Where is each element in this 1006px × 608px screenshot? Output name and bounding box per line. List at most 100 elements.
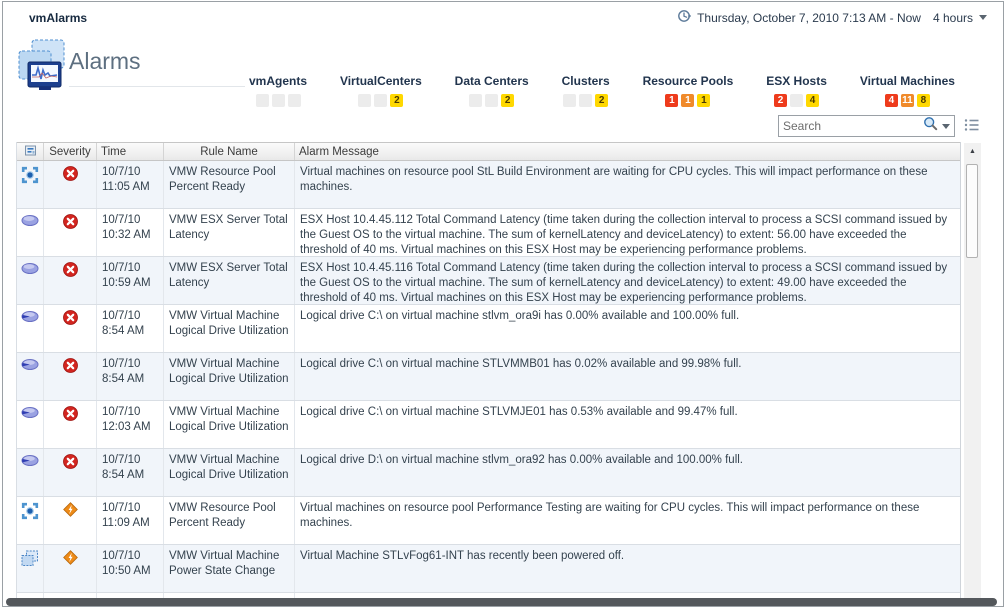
alarm-message-column-header[interactable]: Alarm Message [295,143,960,160]
alarm-table-row[interactable]: 10/7/1010:32 AM VMW ESX Server Total Lat… [17,209,960,257]
alarm-message: Virtual machines on resource pool Perfor… [300,502,919,529]
rule-name-column-header[interactable]: Rule Name [164,143,295,160]
vertical-scrollbar-thumb[interactable] [966,164,978,258]
category-label: Virtual Machines [860,74,955,88]
category-badges [256,94,301,107]
alarm-date: 10/7/10 [102,454,140,466]
alarm-count-badge [272,94,285,107]
category-summary: vmAgents VirtualCenters 2 Data Centers 2… [249,74,955,107]
logical-drive-icon [21,310,39,348]
severity-fatal-icon [63,262,78,300]
logical-drive-icon [21,358,39,396]
category-item: Clusters 2 [562,74,610,107]
time-range-duration: 4 hours [933,11,973,25]
virtual-machine-icon [21,550,39,588]
severity-critical-icon [63,502,78,540]
alarm-rule: VMW Virtual Machine Logical Drive Utiliz… [169,310,289,337]
category-label: ESX Hosts [766,74,827,88]
alarm-count-badge[interactable]: 2 [595,94,608,107]
esx-host-icon [21,262,39,300]
alarm-table-row[interactable]: 10/7/108:54 AM VMW Virtual Machine Logic… [17,353,960,401]
search-icon[interactable] [923,116,938,136]
type-column-header[interactable] [17,143,44,160]
severity-fatal-icon [63,214,78,252]
alarm-table-row[interactable]: 10/7/1011:09 AM VMW Resource Pool Percen… [17,497,960,545]
alarm-rule: VMW Virtual Machine Power State Change [169,550,279,577]
alarm-message: Logical drive C:\ on virtual machine STL… [300,406,738,418]
alarm-count-badge [469,94,482,107]
alarm-count-badge [358,94,371,107]
alarm-date: 10/7/10 [102,358,140,370]
alarm-count-badge[interactable]: 2 [501,94,514,107]
category-badges: 111 [665,94,710,107]
category-badges: 2 [469,94,514,107]
severity-critical-icon [63,550,78,588]
logical-drive-icon [21,454,39,492]
search-box [778,115,955,137]
alarm-count-badge[interactable]: 1 [697,94,710,107]
resource-pool-icon [21,166,39,204]
alarm-time: 10:59 AM [102,277,151,289]
page-title: Alarms [69,48,141,75]
category-badges: 24 [774,94,819,107]
search-options-caret-icon[interactable] [942,124,950,129]
category-item: VirtualCenters 2 [340,74,422,107]
category-item: vmAgents [249,74,307,107]
alarm-time: 11:05 AM [102,181,150,193]
category-item: Resource Pools 111 [643,74,734,107]
alarms-monitor-icon [15,38,67,97]
alarm-count-badge[interactable]: 8 [917,94,930,107]
alarm-count-badge[interactable]: 4 [885,94,898,107]
time-range-selector[interactable]: Thursday, October 7, 2010 7:13 AM - Now … [677,9,987,26]
alarm-message: Logical drive D:\ on virtual machine stl… [300,454,743,466]
alarm-count-badge [790,94,803,107]
alarm-rule: VMW Resource Pool Percent Ready [169,166,276,193]
chevron-down-icon[interactable] [979,15,987,20]
severity-column-header[interactable]: Severity [44,143,97,160]
alarm-date: 10/7/10 [102,502,140,514]
alarm-message: ESX Host 10.4.45.112 Total Command Laten… [300,214,947,256]
alarm-count-badge [256,94,269,107]
alarm-count-badge[interactable]: 1 [681,94,694,107]
time-range-icon [677,9,691,26]
scroll-up-arrow-icon[interactable]: ▲ [964,145,981,159]
alarm-message: Virtual machines on resource pool StL Bu… [300,166,927,193]
alarm-count-badge[interactable]: 4 [806,94,819,107]
category-item: ESX Hosts 24 [766,74,827,107]
alarm-time: 10:50 AM [102,565,151,577]
title-divider [69,86,245,87]
app-title: vmAlarms [29,11,87,25]
severity-fatal-icon [63,310,78,348]
alarm-table-row[interactable]: 10/7/108:54 AM VMW Virtual Machine Logic… [17,305,960,353]
alarm-table-row[interactable]: 10/7/1010:50 AM VMW Virtual Machine Powe… [17,545,960,593]
severity-fatal-icon [63,454,78,492]
alarm-count-badge [579,94,592,107]
vertical-scrollbar[interactable]: ▲ [964,143,981,599]
alarm-count-badge[interactable]: 2 [390,94,403,107]
alarm-count-badge [288,94,301,107]
vmalarms-window: vmAlarms Thursday, October 7, 2010 7:13 … [2,1,1004,607]
category-label: Clusters [562,74,610,88]
alarm-table-row[interactable]: 10/7/108:54 AM VMW Virtual Machine Logic… [17,449,960,497]
category-label: vmAgents [249,74,307,88]
alarm-time: 8:54 AM [102,373,144,385]
logical-drive-icon [21,406,39,444]
category-item: Virtual Machines 4118 [860,74,955,107]
alarm-table-row[interactable]: 10/7/1012:03 AM VMW Virtual Machine Logi… [17,401,960,449]
time-range-label: Thursday, October 7, 2010 7:13 AM - Now [697,11,921,25]
alarm-table-row[interactable]: 10/7/1011:05 AM VMW Resource Pool Percen… [17,161,960,209]
category-label: VirtualCenters [340,74,422,88]
alarm-table-body: 10/7/10 11:05 AM VMW Resource Pool Percen… [17,161,960,599]
customize-columns-icon[interactable] [963,117,981,133]
alarm-count-badge [374,94,387,107]
alarm-rule: VMW Virtual Machine Logical Drive Utiliz… [169,406,289,433]
alarm-message: Logical drive C:\ on virtual machine stl… [300,310,739,322]
alarm-time: 10:32 AM [102,229,151,241]
alarm-count-badge[interactable]: 11 [901,94,914,107]
alarm-count-badge[interactable]: 1 [665,94,678,107]
alarm-table-row[interactable]: 10/7/1010:59 AM VMW ESX Server Total Lat… [17,257,960,305]
alarm-count-badge[interactable]: 2 [774,94,787,107]
horizontal-scrollbar-thumb[interactable] [6,598,997,606]
time-column-header[interactable]: Time [97,143,164,160]
search-input[interactable] [783,119,923,133]
